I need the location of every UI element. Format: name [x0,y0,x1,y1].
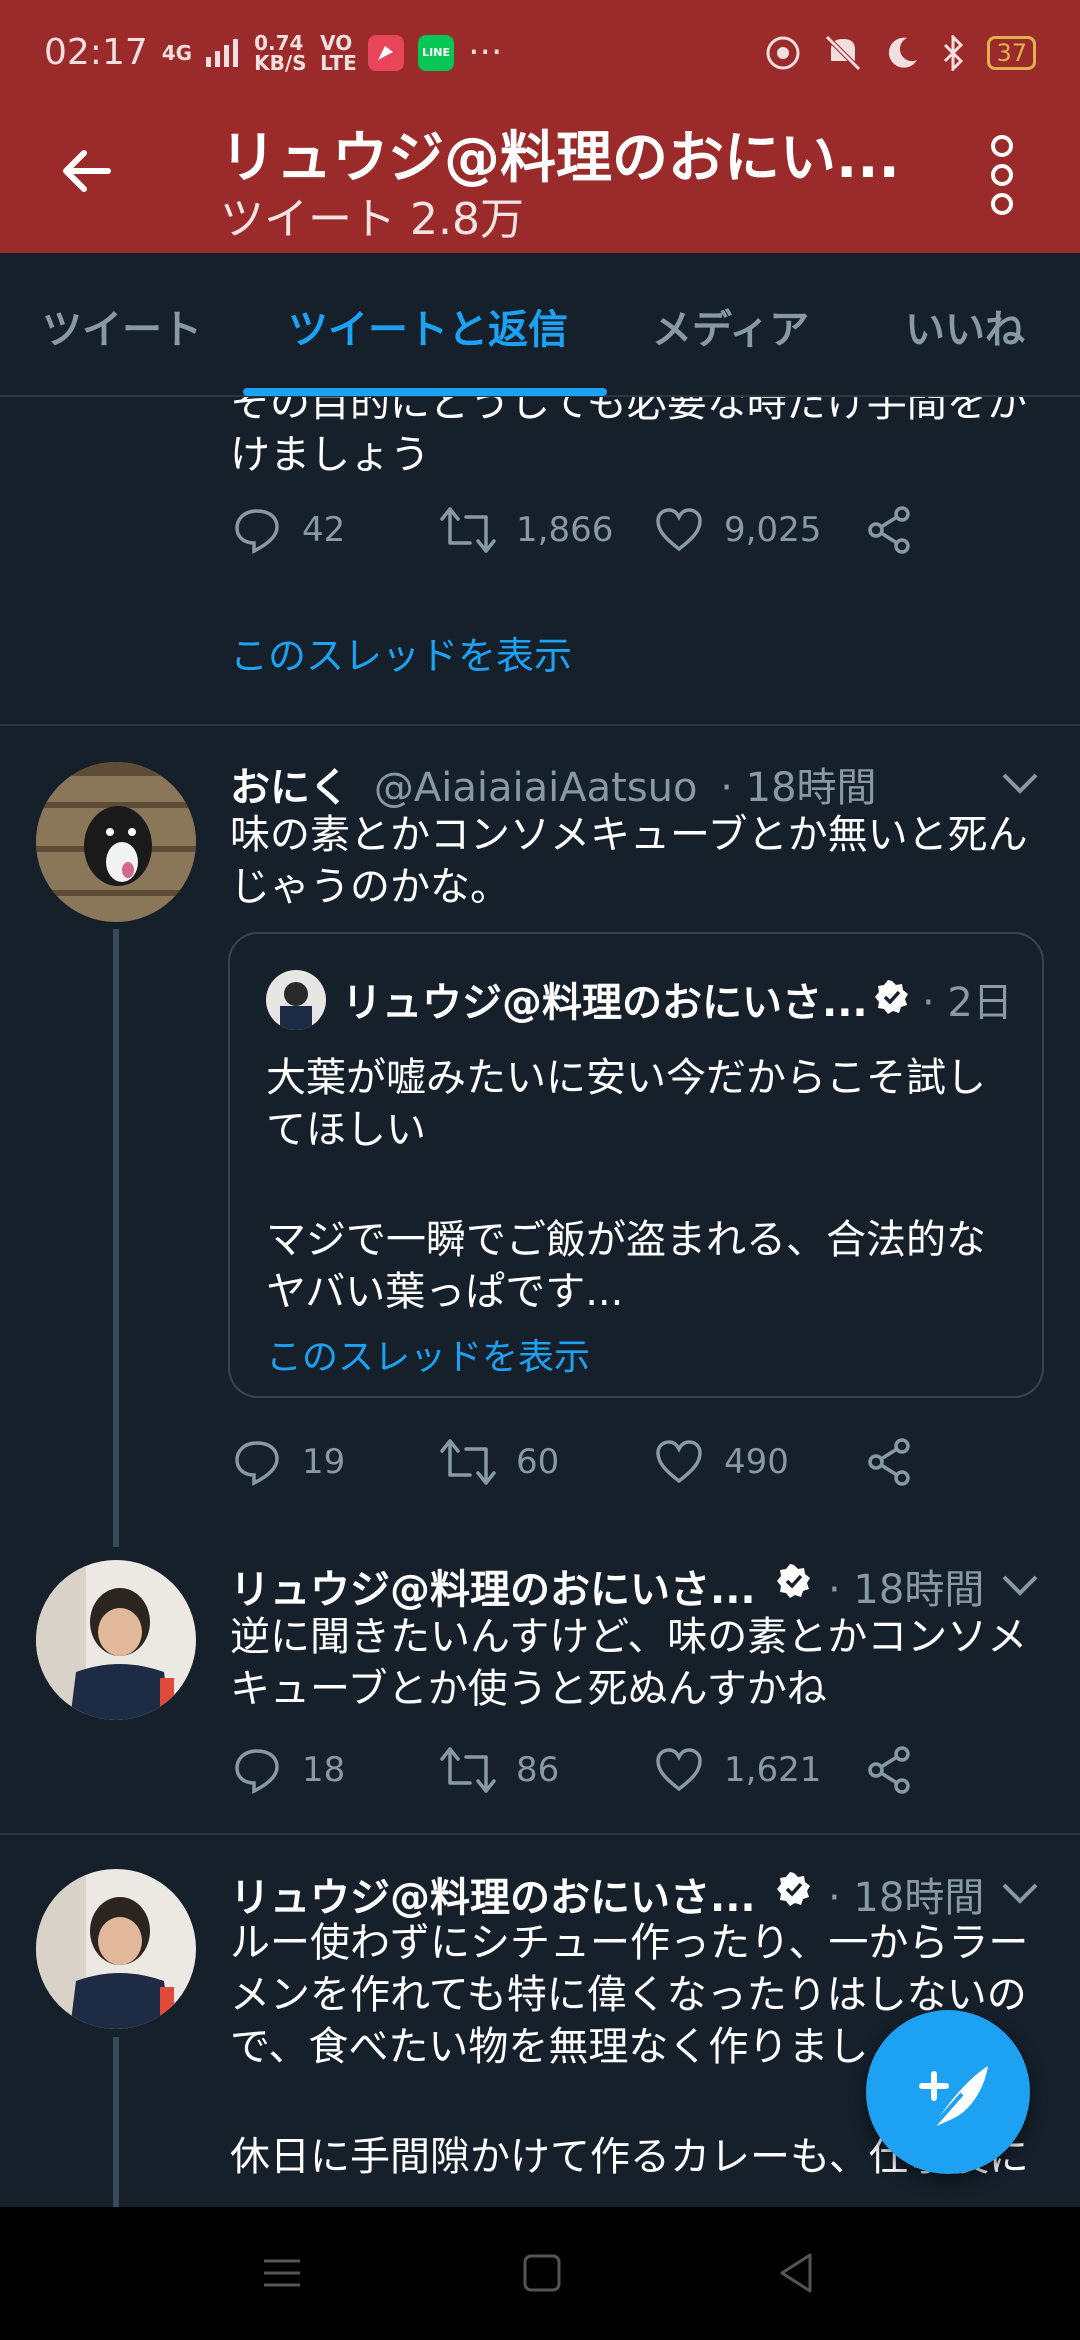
tweet-text-line: その目的にどうしても必要な時だけ手間をか [230,397,1027,426]
line-app-icon: LINE [418,34,455,71]
battery-indicator: 37 [987,35,1036,70]
reply-icon [235,1749,279,1794]
retweet-button[interactable]: 60 [440,1437,654,1487]
like-button[interactable]: 490 [654,1439,866,1485]
profile-name: リュウジ@料理のおにい... [220,126,900,191]
retweet-button[interactable]: 1,866 [440,505,654,555]
mute-icon [825,34,862,71]
tweet-text-line: けましょう [230,432,430,478]
home-icon[interactable] [522,2253,562,2293]
tweet-header: リュウジ@料理のおにいさ... [230,1557,756,1615]
quote-text: マジで一瞬でご飯が盗まれる、合法的な ヤバい葉っぱです... [266,1217,986,1315]
retweet-icon [440,507,496,553]
tweet-actions: 19 60 490 [232,1437,914,1487]
more-notifications-icon: ··· [468,32,503,73]
tweet-actions: 42 1,866 9,025 [232,505,914,555]
quote-show-thread-link[interactable]: このスレッドを表示 [266,1328,590,1380]
tweet-header: おにく @AiaiaiaiAatsuo · 18時間 [230,755,877,813]
tweet-time: · 18時間 [828,1875,985,1921]
tweet-count: ツイート 2.8万 [220,194,524,245]
compose-tweet-button[interactable] [866,2010,1030,2174]
tweet-header: リュウジ@料理のおにいさ... [230,1865,756,1923]
verified-badge-icon [777,1872,810,1906]
show-thread-link[interactable]: このスレッドを表示 [230,625,572,680]
tweet-text: 味の素とかコンソメキューブとか無いと死ん じゃうのかな。 [230,812,1028,910]
chevron-down-icon[interactable] [1000,1573,1040,1597]
like-count: 1,621 [724,1750,822,1790]
reply-button[interactable]: 18 [232,1745,440,1795]
retweet-icon [440,1439,496,1485]
heart-icon [656,1748,702,1792]
more-options-icon[interactable] [980,135,1024,215]
net-speed: 0.74 KB/S [254,30,307,75]
signal-icon [206,38,239,67]
profile-header: リュウジ@料理のおにい... ツイート 2.8万 [0,105,1080,253]
like-count: 9,025 [724,510,822,550]
tweet-text: 逆に聞きたいんすけど、味の素とかコンソメ キューブとか使うと死ぬんすかね [230,1614,1028,1712]
avatar[interactable] [36,1560,196,1720]
avatar[interactable] [36,762,196,922]
reply-icon [235,509,279,554]
author-name[interactable]: おにく [230,765,349,811]
avatar[interactable] [36,1869,196,2029]
retweet-count: 86 [516,1750,560,1790]
reply-count: 18 [302,1750,346,1790]
quote-text: 大葉が嘘みたいに安い今だからこそ試し てほしい [266,1055,986,1153]
quote-author-name: リュウジ@料理のおにいさ... [342,980,868,1026]
author-handle: @AiaiaiaiAatsuo [373,765,698,811]
quote-avatar [266,970,326,1030]
compose-feather-icon [919,2066,988,2130]
chevron-down-icon[interactable] [1000,1881,1040,1905]
author-name[interactable]: リュウジ@料理のおにいさ... [230,1875,756,1921]
volte-indicator: VO LTE [320,30,357,75]
retweet-count: 60 [516,1442,560,1482]
verified-badge-icon [875,980,908,1014]
like-button[interactable]: 1,621 [654,1747,866,1793]
heart-icon [656,508,702,552]
tweet[interactable]: その目的にどうしても必要な時だけ手間をか けましょう 42 1,866 9,02… [0,397,1080,723]
bluetooth-icon [944,34,964,71]
back-triangle-icon[interactable] [776,2251,816,2295]
status-bar: 02:17 4G 0.74 KB/S VO LTE LINE ··· 37 [0,0,1080,105]
moon-icon [889,37,918,68]
reply-count: 19 [302,1442,346,1482]
profile-tabs: ツイート ツイートと返信 メディア いいね [0,253,1080,397]
like-button[interactable]: 9,025 [654,507,866,553]
reply-button[interactable]: 42 [232,505,440,555]
retweet-count: 1,866 [516,510,614,550]
author-name[interactable]: リュウジ@料理のおにいさ... [230,1567,756,1613]
quoted-tweet[interactable]: リュウジ@料理のおにいさ... · 2日 大葉が嘘みたいに安い今だからこそ試し … [228,932,1044,1398]
share-icon[interactable] [866,1438,914,1486]
retweet-button[interactable]: 86 [440,1745,654,1795]
thread-line [113,929,119,1547]
active-tab-indicator [243,388,607,396]
network-indicator: 4G [161,40,193,65]
system-navigation-bar [0,2207,1080,2340]
clock: 02:17 [44,32,148,73]
quote-time: · 2日 [922,980,1013,1026]
retweet-icon [440,1747,496,1793]
thread-line [113,2037,119,2207]
tweet-time: · 18時間 [828,1567,985,1613]
heart-icon [656,1440,702,1484]
tab-tweets-and-replies[interactable]: ツイートと返信 [288,297,568,355]
tweet-actions: 18 86 1,621 [232,1745,914,1795]
chevron-down-icon[interactable] [1000,771,1040,795]
share-icon[interactable] [866,1746,914,1794]
do-not-disturb-icon [766,36,800,69]
menu-icon[interactable] [262,2253,302,2293]
reply-button[interactable]: 19 [232,1437,440,1487]
like-count: 490 [724,1442,789,1482]
verified-badge-icon [777,1564,810,1598]
reply-icon [235,1441,279,1486]
notification-app-icon [368,34,405,71]
tweet-feed[interactable]: その目的にどうしても必要な時だけ手間をか けましょう 42 1,866 9,02… [0,397,1080,2207]
tab-tweets[interactable]: ツイート [42,297,202,355]
back-arrow-icon[interactable] [56,141,116,201]
reply-count: 42 [302,510,346,550]
share-icon[interactable] [866,506,914,554]
tab-media[interactable]: メディア [652,297,809,355]
tab-likes[interactable]: いいね [905,297,1025,355]
tweet-time: · 18時間 [720,765,877,811]
